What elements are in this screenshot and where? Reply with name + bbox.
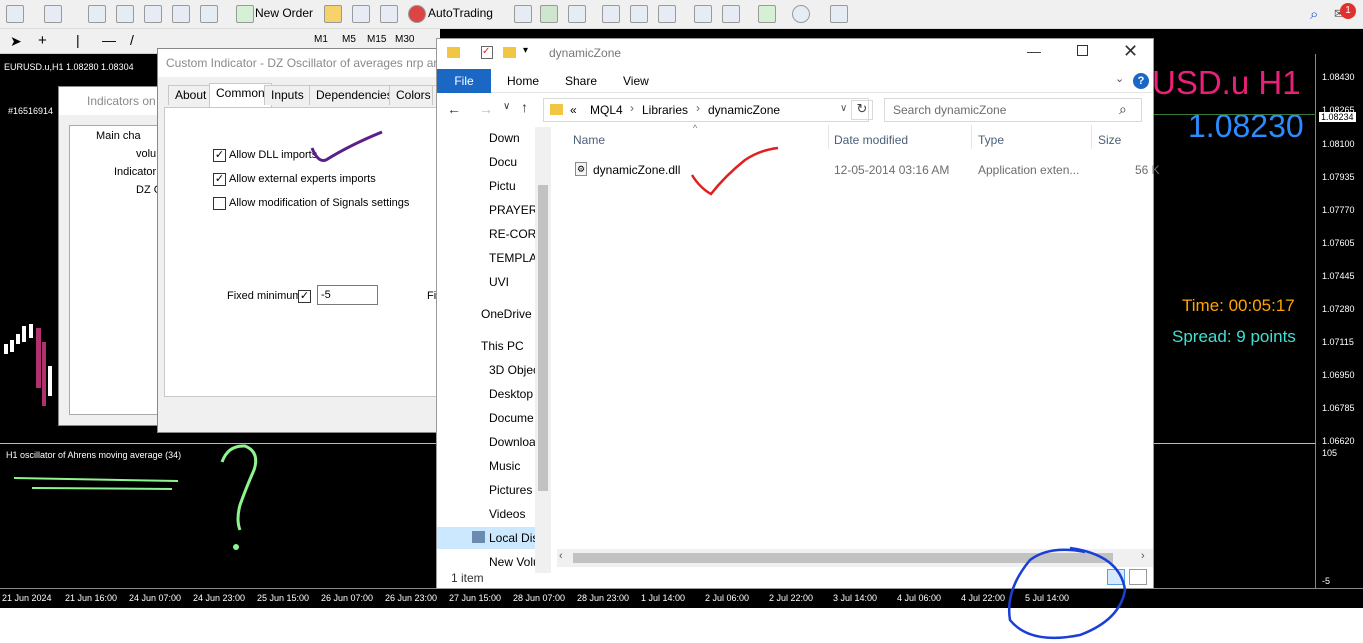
- green-underline-annotation: [13, 477, 179, 482]
- question-mark-annotation: [220, 444, 258, 531]
- question-dot-annotation: [233, 544, 239, 550]
- green-underline-annotation: [31, 487, 173, 490]
- red-checkmark-annotation: [690, 146, 779, 196]
- annotation-layer: [13, 130, 1127, 640]
- blue-circle-annotation: [1008, 546, 1127, 640]
- checkmark-annotation: [310, 130, 383, 162]
